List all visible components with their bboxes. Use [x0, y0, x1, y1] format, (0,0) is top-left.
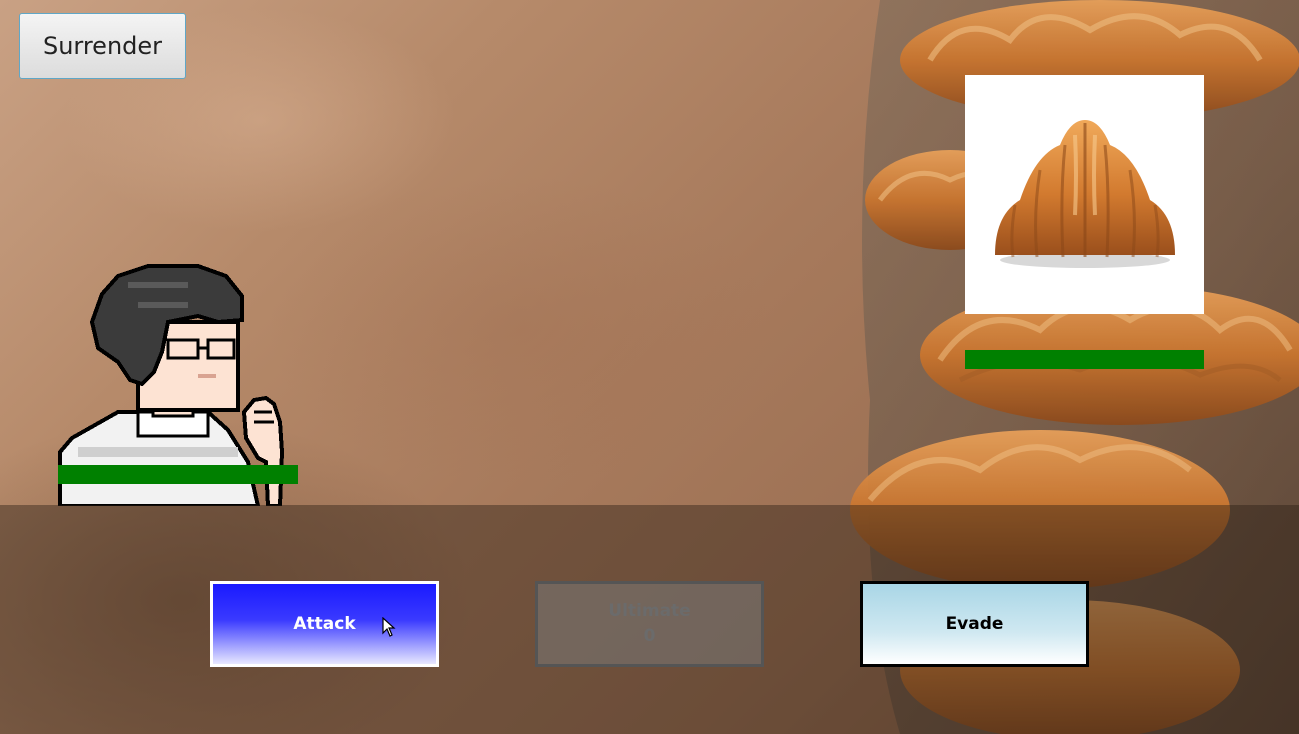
evade-button[interactable]: Evade — [860, 581, 1089, 667]
battle-screen: Surrender Attack Ultimate 0 Evade — [0, 0, 1299, 734]
enemy-health-bar-fill — [965, 350, 1204, 369]
ultimate-button-label: Ultimate — [608, 600, 691, 621]
player-health-bar-fill — [58, 465, 298, 484]
ultimate-charge-count: 0 — [643, 626, 656, 646]
surrender-button[interactable]: Surrender — [19, 13, 186, 79]
attack-button[interactable]: Attack — [210, 581, 439, 667]
enemy-card — [965, 75, 1204, 369]
player-health-bar — [58, 465, 298, 484]
attack-button-label: Attack — [293, 614, 356, 634]
enemy-health-bar — [965, 350, 1204, 369]
evade-button-label: Evade — [945, 614, 1004, 634]
ultimate-button[interactable]: Ultimate 0 — [535, 581, 764, 667]
croissant-icon — [995, 120, 1175, 268]
